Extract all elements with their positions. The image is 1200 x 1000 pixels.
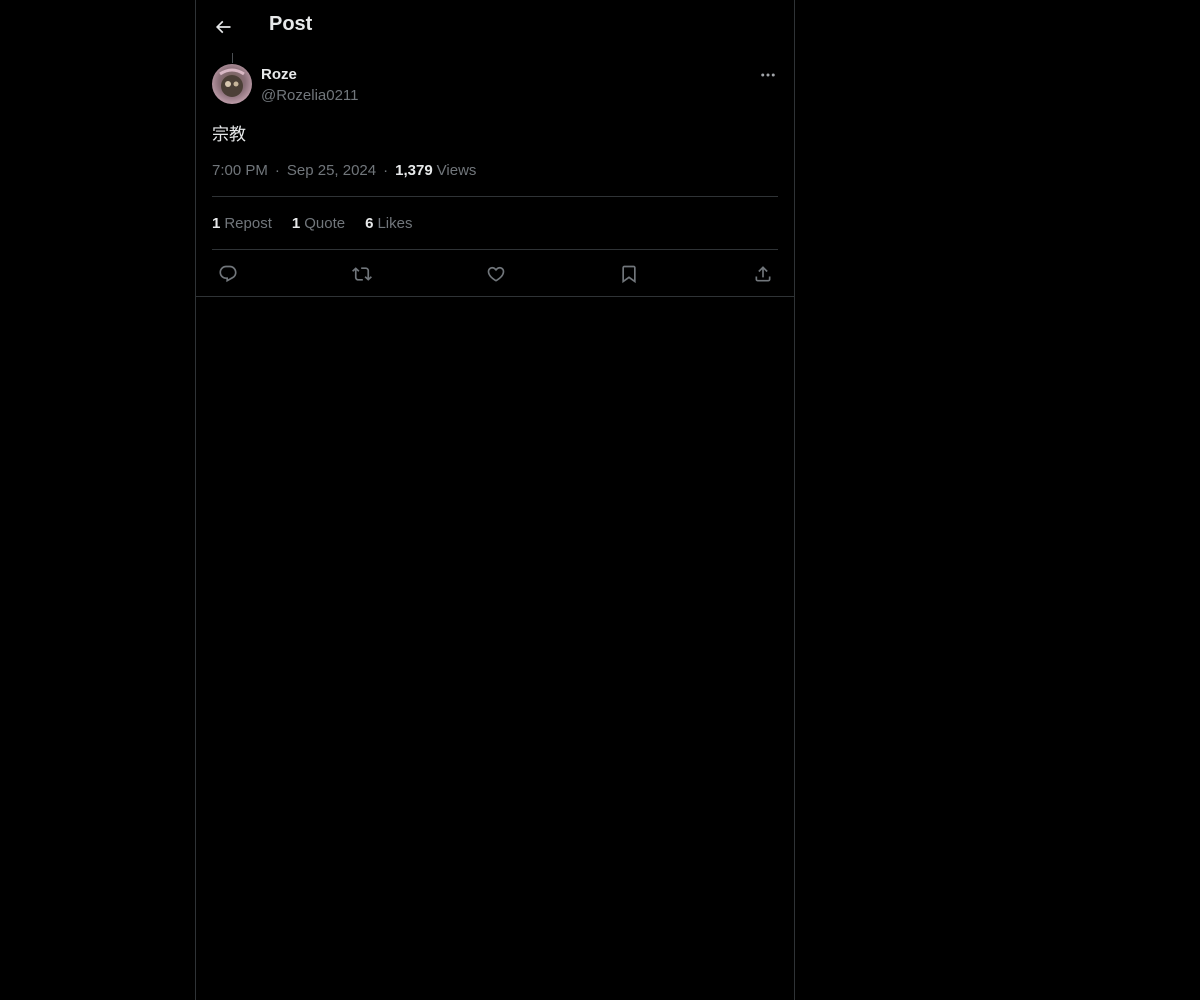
- page-title: Post: [269, 13, 313, 35]
- divider: [196, 296, 794, 297]
- stat-count: 1: [291, 215, 301, 232]
- repost-icon: [352, 267, 372, 281]
- share-icon: [755, 266, 771, 282]
- more-options-button[interactable]: [756, 64, 780, 86]
- share-button[interactable]: [747, 258, 779, 290]
- header: Post: [196, 0, 794, 53]
- repost-button[interactable]: [346, 258, 378, 290]
- stat-count: 6: [365, 215, 374, 232]
- stat-reposts[interactable]: 1 Repost: [212, 215, 272, 232]
- meta-separator: ·: [383, 162, 389, 179]
- heart-icon: [487, 266, 505, 282]
- like-button[interactable]: [480, 258, 512, 290]
- thread-line: [232, 53, 233, 63]
- arrow-left-icon: [215, 20, 231, 34]
- avatar[interactable]: [212, 64, 252, 104]
- stat-label: Quote: [304, 215, 346, 232]
- stat-count: 1: [212, 215, 221, 232]
- post-text: 宗教: [212, 125, 246, 145]
- stat-label: Likes: [377, 215, 413, 232]
- reply-icon: [219, 265, 237, 283]
- stat-likes[interactable]: 6 Likes: [365, 215, 412, 232]
- views-label: Views: [436, 162, 477, 179]
- more-horizontal-icon: [761, 73, 775, 77]
- divider: [212, 249, 778, 250]
- author-handle[interactable]: @Rozelia0211: [261, 87, 359, 104]
- meta-separator: ·: [274, 162, 280, 179]
- stat-label: Repost: [224, 215, 272, 232]
- avatar-image: [212, 64, 252, 104]
- post-meta: 7:00 PM · Sep 25, 2024 · 1,379 Views: [212, 162, 476, 179]
- main-column: Post Roze @Rozelia0211 宗教 7:00 PM · Sep …: [195, 0, 795, 1000]
- post-time[interactable]: 7:00 PM: [212, 162, 268, 179]
- bookmark-icon: [622, 265, 636, 284]
- views-count: 1,379: [395, 162, 433, 179]
- divider: [212, 196, 778, 197]
- reply-button[interactable]: [212, 258, 244, 290]
- stat-quotes[interactable]: 1 Quote: [292, 215, 345, 232]
- post-actions: [212, 258, 778, 290]
- back-button[interactable]: [206, 10, 240, 44]
- bookmark-button[interactable]: [613, 258, 645, 290]
- post-stats: 1 Repost 1 Quote 6 Likes: [212, 215, 432, 232]
- post-date[interactable]: Sep 25, 2024: [287, 162, 376, 179]
- author-display-name[interactable]: Roze: [261, 66, 297, 83]
